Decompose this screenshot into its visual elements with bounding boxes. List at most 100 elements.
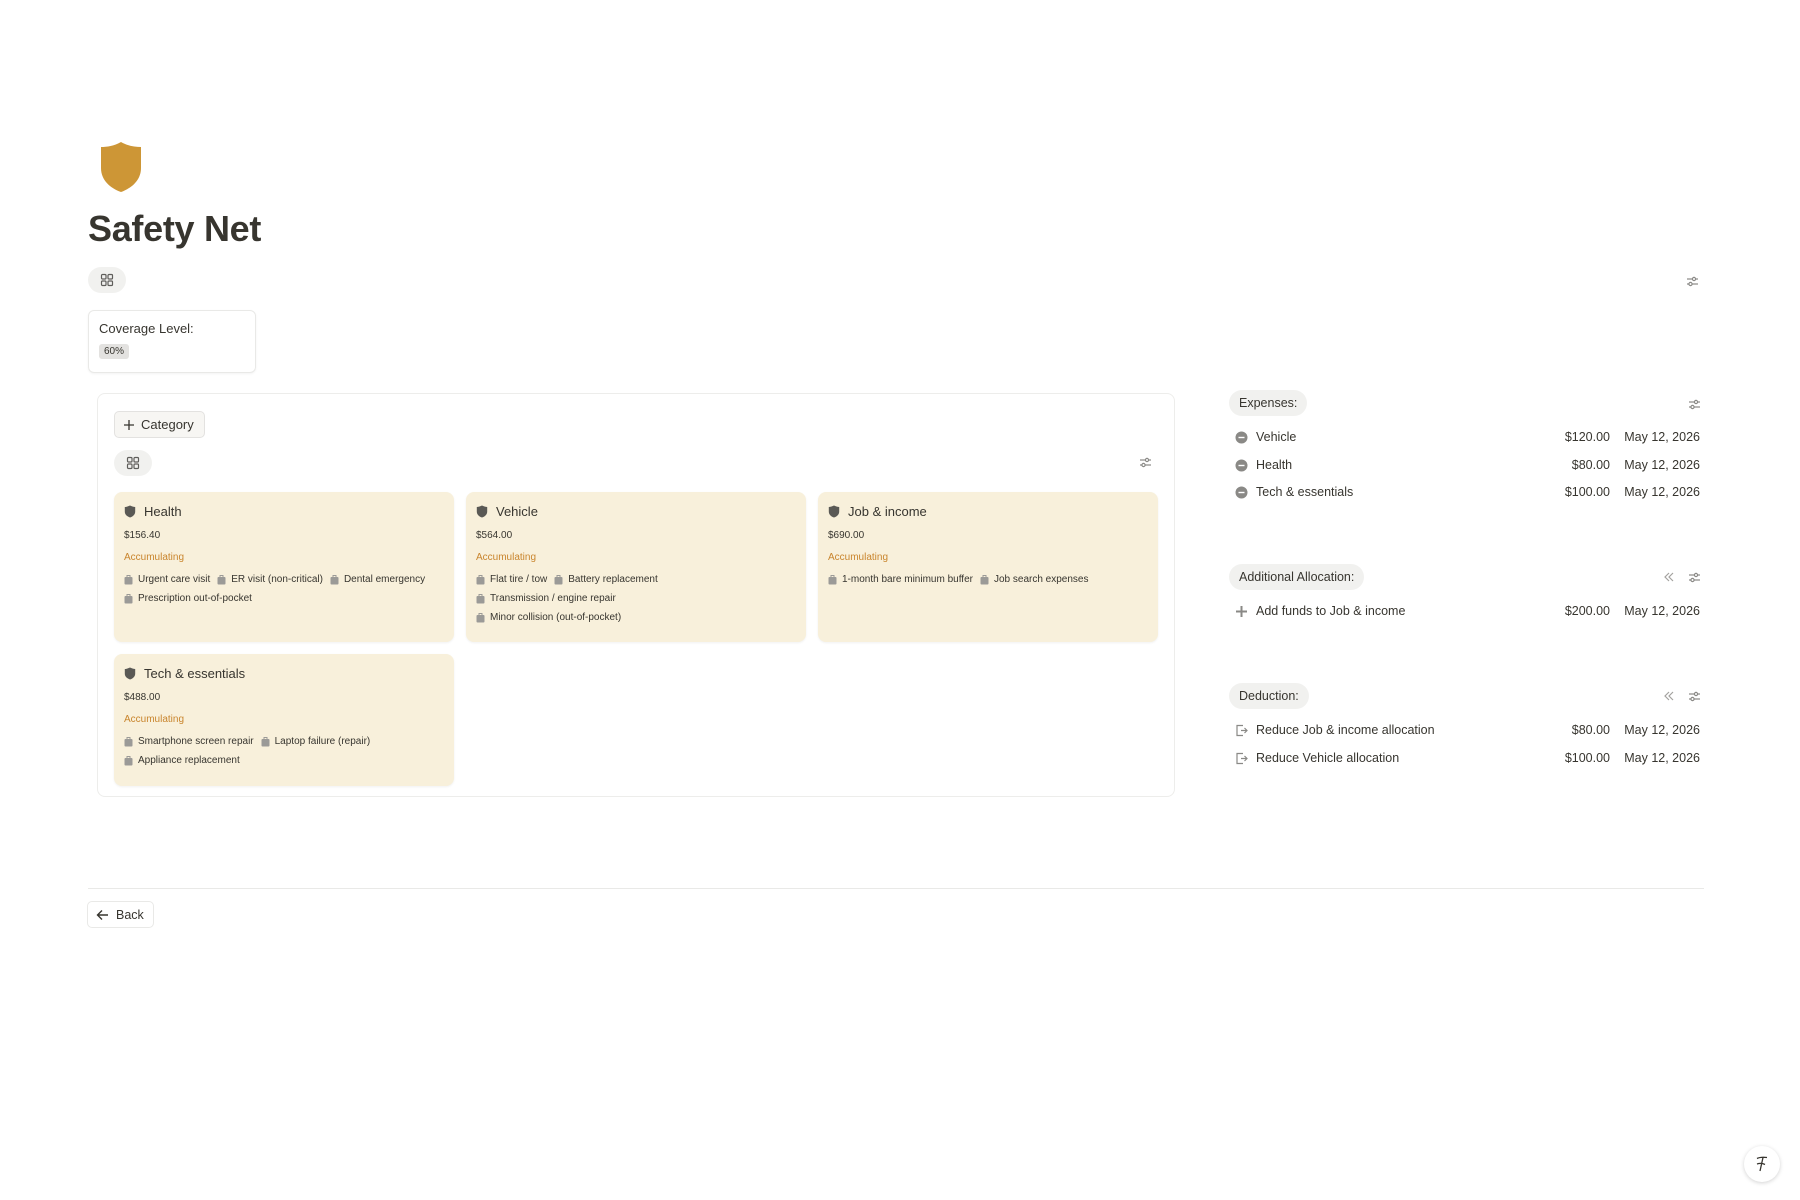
- expense-row[interactable]: Health $80.00 May 12, 2026: [1234, 455, 1700, 475]
- card-item[interactable]: Job search expenses: [980, 573, 1089, 586]
- card-item[interactable]: Minor collision (out-of-pocket): [476, 611, 621, 624]
- case-icon: [476, 593, 485, 603]
- export-icon: [1234, 751, 1248, 765]
- expense-date: May 12, 2026: [1624, 485, 1700, 499]
- expense-name: Health: [1256, 458, 1293, 472]
- card-status: Accumulating: [124, 552, 185, 563]
- allocation-header[interactable]: Additional Allocation:: [1229, 564, 1365, 590]
- card-item[interactable]: Dental emergency: [330, 573, 425, 586]
- deduction-date: May 12, 2026: [1624, 723, 1700, 737]
- arrow-left-icon: [96, 909, 108, 920]
- case-icon: [828, 574, 837, 584]
- allocation-amount: $200.00: [1564, 604, 1610, 618]
- deduction-date: May 12, 2026: [1624, 751, 1700, 765]
- expense-row[interactable]: Tech & essentials $100.00 May 12, 2026: [1234, 482, 1700, 502]
- card-item[interactable]: Prescription out-of-pocket: [124, 592, 252, 605]
- category-card-health[interactable]: Health $156.40 Accumulating Urgent care …: [114, 492, 454, 642]
- coverage-card[interactable]: Coverage Level: 60%: [88, 310, 256, 373]
- card-item[interactable]: Appliance replacement: [124, 754, 240, 767]
- card-item[interactable]: Transmission / engine repair: [476, 592, 796, 605]
- shield-icon: [828, 505, 840, 517]
- expense-row[interactable]: Vehicle $120.00 May 12, 2026: [1234, 427, 1700, 447]
- shield-icon: [124, 667, 136, 679]
- deduction-name: Reduce Vehicle allocation: [1256, 751, 1400, 765]
- deduction-amount: $80.00: [1571, 723, 1610, 737]
- deduction-amount: $100.00: [1564, 751, 1610, 765]
- shield-icon: [476, 505, 488, 517]
- allocation-name: Add funds to Job & income: [1256, 604, 1406, 618]
- shield-icon: [124, 505, 136, 517]
- expense-amount: $120.00: [1564, 430, 1610, 444]
- expense-date: May 12, 2026: [1624, 430, 1700, 444]
- filter-settings-icon[interactable]: [1681, 270, 1703, 292]
- category-board: Category Health $156.40 Accumulating Urg…: [97, 393, 1175, 797]
- card-item[interactable]: Battery replacement: [554, 573, 658, 586]
- plus-icon: [124, 419, 134, 430]
- shield-icon[interactable]: [98, 140, 144, 194]
- deduction-filter-icon[interactable]: [1683, 685, 1705, 707]
- deduction-header[interactable]: Deduction:: [1229, 683, 1309, 709]
- category-card-vehicle[interactable]: Vehicle $564.00 Accumulating Flat tire /…: [466, 492, 806, 642]
- collapse-icon[interactable]: [1658, 566, 1680, 588]
- card-item[interactable]: Flat tire / tow: [476, 573, 547, 586]
- card-amount: $488.00: [124, 692, 161, 703]
- expense-name: Vehicle: [1256, 430, 1297, 444]
- minus-circle-icon: [1234, 458, 1248, 472]
- card-title: Health: [144, 503, 182, 519]
- deduction-name: Reduce Job & income allocation: [1256, 723, 1435, 737]
- card-status: Accumulating: [476, 552, 537, 563]
- back-label: Back: [116, 907, 144, 922]
- case-icon: [476, 574, 485, 584]
- minus-circle-icon: [1234, 485, 1248, 499]
- coverage-label: Coverage Level:: [99, 321, 194, 336]
- card-item[interactable]: 1-month bare minimum buffer: [828, 573, 973, 586]
- case-icon: [554, 574, 563, 584]
- case-icon: [124, 593, 133, 603]
- expense-amount: $80.00: [1571, 458, 1610, 472]
- expenses-header[interactable]: Expenses:: [1229, 390, 1308, 416]
- deduction-row[interactable]: Reduce Vehicle allocation $100.00 May 12…: [1234, 748, 1700, 768]
- allocation-date: May 12, 2026: [1624, 604, 1700, 618]
- case-icon: [476, 612, 485, 622]
- page-title: Safety Net: [88, 208, 262, 249]
- board-filter-icon[interactable]: [1134, 451, 1156, 473]
- add-category-button[interactable]: Category: [114, 411, 205, 438]
- category-card-tech-essentials[interactable]: Tech & essentials $488.00 Accumulating S…: [114, 654, 454, 786]
- card-status: Accumulating: [124, 714, 185, 725]
- minus-circle-icon: [1234, 430, 1248, 444]
- case-icon: [124, 736, 133, 746]
- category-card-job-income[interactable]: Job & income $690.00 Accumulating 1-mont…: [818, 492, 1158, 642]
- allocation-row[interactable]: Add funds to Job & income $200.00 May 12…: [1234, 601, 1700, 621]
- expense-amount: $100.00: [1564, 485, 1610, 499]
- gallery-view-icon[interactable]: [88, 267, 126, 293]
- case-icon: [124, 574, 133, 584]
- plus-icon: [1234, 604, 1248, 618]
- allocation-filter-icon[interactable]: [1683, 566, 1705, 588]
- card-title: Job & income: [848, 503, 927, 519]
- divider: [88, 888, 1704, 889]
- help-icon[interactable]: [1744, 1146, 1780, 1182]
- deduction-row[interactable]: Reduce Job & income allocation $80.00 Ma…: [1234, 720, 1700, 740]
- card-title: Vehicle: [496, 503, 538, 519]
- case-icon: [217, 574, 226, 584]
- add-category-label: Category: [141, 417, 194, 432]
- case-icon: [330, 574, 339, 584]
- coverage-badge: 60%: [99, 344, 130, 359]
- back-button[interactable]: Back: [87, 901, 154, 928]
- expenses-filter-icon[interactable]: [1683, 393, 1705, 415]
- collapse-icon[interactable]: [1658, 685, 1680, 707]
- board-gallery-view-icon[interactable]: [114, 450, 152, 476]
- card-item[interactable]: Laptop failure (repair): [261, 735, 370, 748]
- card-item[interactable]: ER visit (non-critical): [217, 573, 323, 586]
- expense-name: Tech & essentials: [1256, 485, 1354, 499]
- card-status: Accumulating: [828, 552, 889, 563]
- card-title: Tech & essentials: [144, 665, 246, 681]
- case-icon: [124, 755, 133, 765]
- case-icon: [261, 736, 270, 746]
- card-item[interactable]: Urgent care visit: [124, 573, 210, 586]
- card-amount: $690.00: [828, 530, 865, 541]
- card-amount: $564.00: [476, 530, 513, 541]
- card-item[interactable]: Smartphone screen repair: [124, 735, 254, 748]
- export-icon: [1234, 723, 1248, 737]
- expense-date: May 12, 2026: [1624, 458, 1700, 472]
